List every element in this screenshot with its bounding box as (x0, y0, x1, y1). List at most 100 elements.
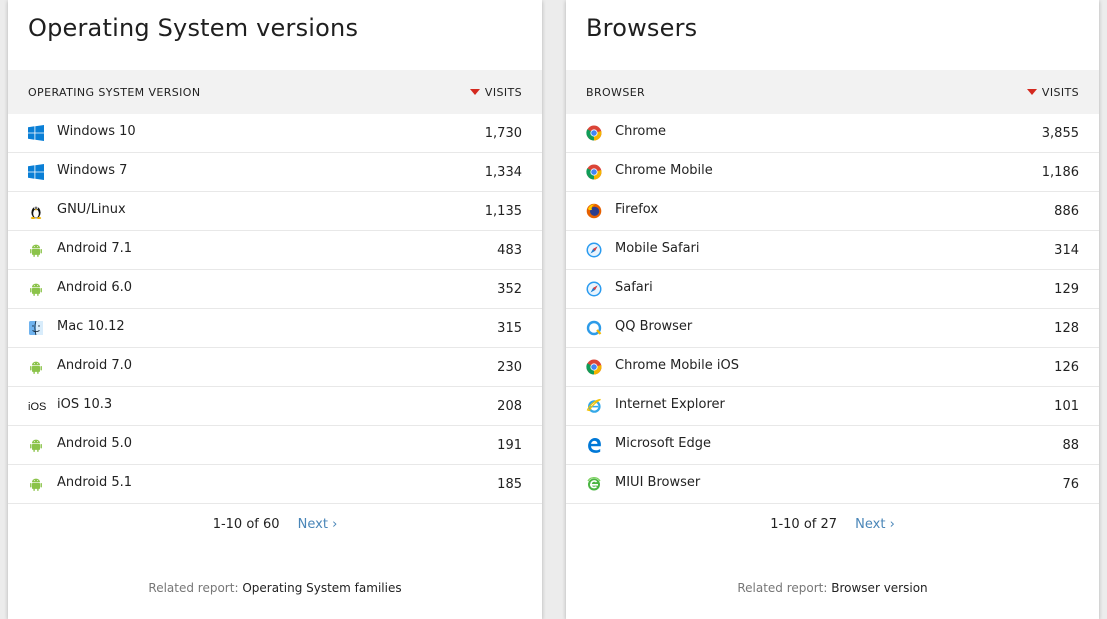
table-row[interactable]: Microsoft Edge 88 (566, 426, 1099, 465)
linux-icon (28, 203, 44, 219)
row-label: Microsoft Edge (615, 436, 712, 451)
android-icon (28, 281, 44, 297)
table-row[interactable]: Android 7.0 230 (8, 348, 542, 387)
browsers-table-body: Chrome 3,855 Chrome Mobile 1,186 Firefox 886 M… (566, 114, 1099, 504)
safari-icon (586, 281, 602, 297)
row-label: Android 7.0 (57, 358, 133, 373)
row-visits: 101 (1054, 399, 1079, 414)
table-row[interactable]: iOS iOS 10.3 208 (8, 387, 542, 426)
pagination-count: 1-10 of 60 (212, 517, 280, 532)
table-row[interactable]: Chrome 3,855 (566, 114, 1099, 153)
next-page-link[interactable]: Next › (855, 517, 895, 532)
table-row[interactable]: Android 6.0 352 (8, 270, 542, 309)
card-title: Operating System versions (28, 14, 359, 42)
column-header-browser[interactable]: BROWSER (586, 86, 645, 99)
pagination: 1-10 of 27 Next › (566, 517, 1099, 532)
android-icon (28, 437, 44, 453)
row-label: MIUI Browser (615, 475, 701, 490)
table-row[interactable]: Android 5.0 191 (8, 426, 542, 465)
row-label: Mac 10.12 (57, 319, 125, 334)
row-visits: 129 (1054, 282, 1079, 297)
row-visits: 3,855 (1041, 126, 1079, 141)
next-page-link[interactable]: Next › (298, 517, 338, 532)
row-visits: 1,730 (484, 126, 522, 141)
row-visits: 1,334 (484, 165, 522, 180)
os-versions-card: Operating System versions OPERATING SYST… (8, 0, 542, 619)
table-row[interactable]: MIUI Browser 76 (566, 465, 1099, 504)
row-visits: 126 (1054, 360, 1079, 375)
related-report-prefix: Related report: (737, 581, 832, 595)
browsers-card: Browsers BROWSER VISITS Chrome 3,855 Chrom… (566, 0, 1099, 619)
row-visits: 1,135 (484, 204, 522, 219)
firefox-icon (586, 203, 602, 219)
table-row[interactable]: Mac 10.12 315 (8, 309, 542, 348)
row-label: Windows 10 (57, 124, 136, 139)
related-report-prefix: Related report: (148, 581, 243, 595)
card-title: Browsers (586, 14, 698, 42)
mac-icon (28, 320, 44, 336)
row-label: Windows 7 (57, 163, 128, 178)
edge-icon (586, 437, 602, 453)
table-row[interactable]: Internet Explorer 101 (566, 387, 1099, 426)
table-row[interactable]: Chrome Mobile 1,186 (566, 153, 1099, 192)
table-row[interactable]: Android 7.1 483 (8, 231, 542, 270)
column-header-visits[interactable]: VISITS (469, 86, 522, 99)
row-visits: 128 (1054, 321, 1079, 336)
table-row[interactable]: Safari 129 (566, 270, 1099, 309)
row-label: Chrome (615, 124, 666, 139)
qq-browser-icon (586, 320, 602, 336)
row-visits: 76 (1062, 477, 1079, 492)
row-visits: 191 (497, 438, 522, 453)
row-label: Safari (615, 280, 653, 295)
pagination-count: 1-10 of 27 (770, 517, 838, 532)
miui-browser-icon (586, 476, 602, 492)
row-label: Chrome Mobile iOS (615, 358, 739, 373)
windows-icon (28, 164, 44, 180)
row-label: Chrome Mobile (615, 163, 713, 178)
table-row[interactable]: Android 5.1 185 (8, 465, 542, 504)
table-row[interactable]: Firefox 886 (566, 192, 1099, 231)
chrome-icon (586, 164, 602, 180)
android-icon (28, 359, 44, 375)
row-visits: 483 (497, 243, 522, 258)
row-label: Android 7.1 (57, 241, 133, 256)
ios-icon: iOS (28, 398, 46, 414)
safari-icon (586, 242, 602, 258)
row-label: iOS 10.3 (57, 397, 113, 412)
table-row[interactable]: GNU/Linux 1,135 (8, 192, 542, 231)
row-visits: 208 (497, 399, 522, 414)
column-header-visits[interactable]: VISITS (1026, 86, 1079, 99)
row-label: Android 5.1 (57, 475, 133, 490)
related-report-link[interactable]: Operating System families (242, 581, 401, 595)
row-label: Internet Explorer (615, 397, 725, 412)
os-table-body: Windows 10 1,730 Windows 7 1,334 GNU/Linux 1,… (8, 114, 542, 504)
table-row[interactable]: Windows 10 1,730 (8, 114, 542, 153)
android-icon (28, 242, 44, 258)
table-row[interactable]: Mobile Safari 314 (566, 231, 1099, 270)
related-report-link[interactable]: Browser version (831, 581, 927, 595)
table-header: OPERATING SYSTEM VERSION VISITS (8, 70, 542, 114)
row-visits: 315 (497, 321, 522, 336)
row-label: Android 5.0 (57, 436, 133, 451)
row-visits: 230 (497, 360, 522, 375)
row-visits: 314 (1054, 243, 1079, 258)
pagination: 1-10 of 60 Next › (8, 517, 542, 532)
row-label: Firefox (615, 202, 659, 217)
row-visits: 886 (1054, 204, 1079, 219)
table-row[interactable]: Windows 7 1,334 (8, 153, 542, 192)
row-visits: 185 (497, 477, 522, 492)
column-header-os-version[interactable]: OPERATING SYSTEM VERSION (28, 86, 201, 99)
table-row[interactable]: Chrome Mobile iOS 126 (566, 348, 1099, 387)
sort-desc-icon (469, 89, 480, 95)
row-visits: 88 (1062, 438, 1079, 453)
internet-explorer-icon (586, 398, 602, 414)
row-visits: 352 (497, 282, 522, 297)
windows-icon (28, 125, 44, 141)
table-row[interactable]: QQ Browser 128 (566, 309, 1099, 348)
row-label: Android 6.0 (57, 280, 133, 295)
column-header-visits-label: VISITS (1041, 86, 1079, 99)
row-label: Mobile Safari (615, 241, 700, 256)
chrome-icon (586, 359, 602, 375)
column-header-visits-label: VISITS (484, 86, 522, 99)
row-visits: 1,186 (1041, 165, 1079, 180)
